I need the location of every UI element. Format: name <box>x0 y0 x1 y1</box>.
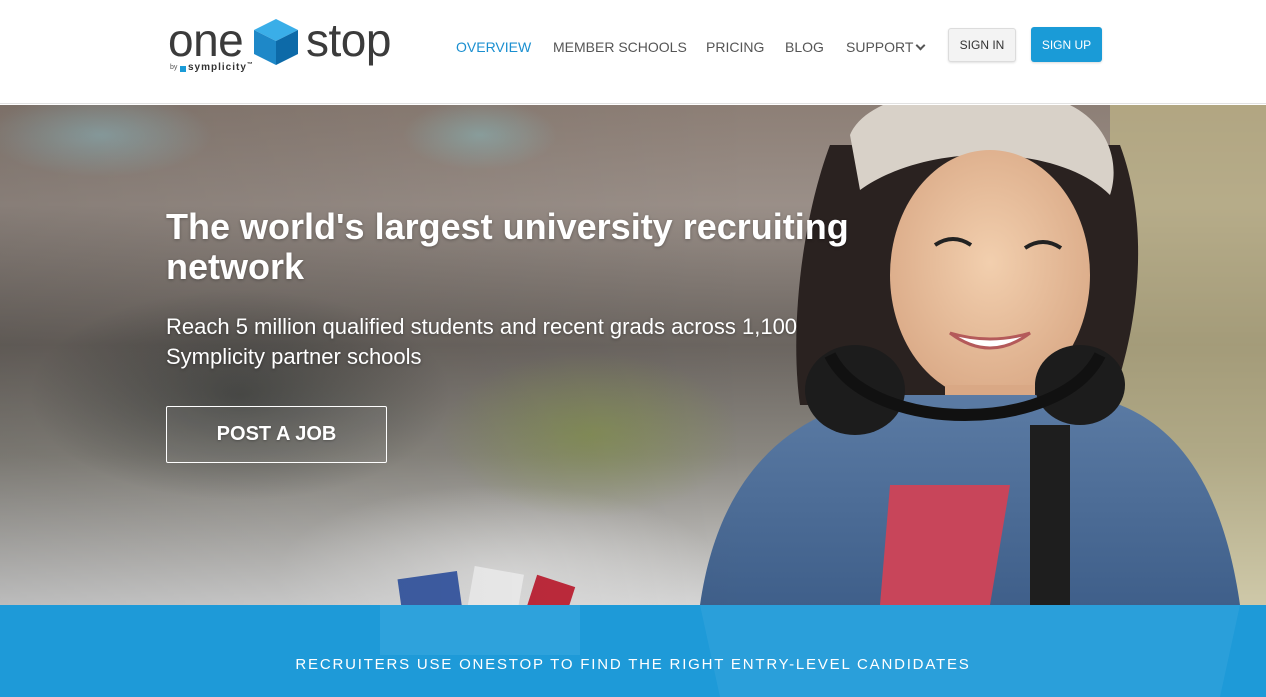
site-header: one stop by symplicity™ OVERVIEW MEMBER … <box>0 0 1266 104</box>
recruiters-band: RECRUITERS USE ONESTOP TO FIND THE RIGHT… <box>0 605 1266 697</box>
post-a-job-button[interactable]: POST A JOB <box>166 406 387 463</box>
band-photo-overlay <box>380 605 1240 697</box>
symplicity-wordmark: symplicity™ <box>188 62 254 73</box>
nav-pricing[interactable]: PRICING <box>706 38 764 56</box>
sign-up-button[interactable]: SIGN UP <box>1031 27 1102 62</box>
nav-overview[interactable]: OVERVIEW <box>456 38 531 56</box>
nav-support-label: SUPPORT <box>846 39 914 55</box>
nav-support[interactable]: SUPPORT <box>846 38 926 56</box>
chevron-down-icon <box>915 40 926 51</box>
nav-blog[interactable]: BLOG <box>785 38 824 56</box>
sign-in-button[interactable]: SIGN IN <box>948 28 1016 62</box>
logo-by-text: by <box>170 64 178 71</box>
cube-icon <box>254 19 298 65</box>
symplicity-mark-icon <box>180 66 186 72</box>
hero-title: The world's largest university recruitin… <box>166 206 849 287</box>
nav-member-schools[interactable]: MEMBER SCHOOLS <box>553 38 687 56</box>
logo-word-one: one <box>168 14 244 66</box>
band-headline: RECRUITERS USE ONESTOP TO FIND THE RIGHT… <box>295 656 971 673</box>
hero-subtitle: Reach 5 million qualified students and r… <box>166 314 798 369</box>
hero-section: The world's largest university recruitin… <box>0 105 1266 605</box>
onestop-logo[interactable]: one stop by symplicity™ <box>168 14 400 78</box>
logo-word-stop: stop <box>306 14 391 66</box>
